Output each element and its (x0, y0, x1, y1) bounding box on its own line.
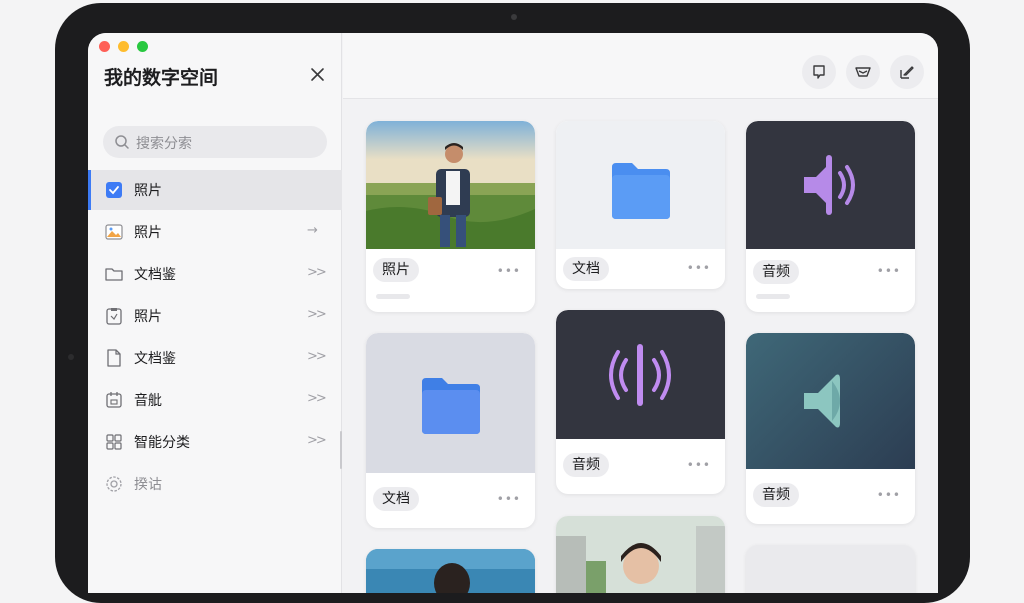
card-progress-bar (376, 294, 410, 299)
more-options-icon[interactable]: ••• (497, 264, 521, 278)
sidebar-title: 我的数字空间 (104, 67, 219, 89)
document-icon (107, 349, 121, 367)
checkbox-icon (106, 182, 122, 198)
sidebar-item-photos-2[interactable]: 照片 → (88, 212, 342, 252)
sidebar-item-label: 照片 (134, 225, 162, 241)
file-card-photo[interactable]: 照片 ••• (366, 121, 535, 312)
clipboard-icon (106, 308, 122, 325)
chevron-double-right-icon: >> (307, 265, 327, 280)
audio-thumbnail (746, 121, 915, 249)
side-sensor (68, 354, 74, 360)
more-options-icon[interactable]: ••• (687, 458, 711, 472)
photo-thumbnail (366, 549, 535, 593)
edit-button[interactable] (890, 55, 924, 89)
audio-thumbnail (556, 310, 725, 439)
folder-icon (422, 378, 480, 434)
file-card-photo-3[interactable] (556, 516, 725, 593)
search-icon (115, 135, 129, 149)
toolbar (343, 33, 938, 99)
folder-icon (105, 268, 123, 281)
waveform-icon (609, 344, 671, 406)
sidebar-item-documents-2[interactable]: 文档鉴 >> (88, 338, 342, 378)
more-options-icon[interactable]: ••• (497, 492, 521, 506)
close-window-button[interactable] (99, 41, 110, 52)
calendar-icon (106, 392, 122, 408)
folder-thumbnail (366, 333, 535, 473)
file-card-photo-2[interactable] (366, 549, 535, 593)
inbox-icon (855, 67, 871, 77)
comment-icon (813, 65, 825, 79)
card-label: 照片 (373, 258, 419, 282)
edit-icon (900, 66, 914, 79)
file-card-audio-3[interactable]: 音频 ••• (746, 333, 915, 524)
sidebar-item-label: 照片 (134, 309, 162, 325)
camera-dot (511, 14, 517, 20)
card-label: 文档 (373, 487, 419, 511)
file-card-audio-2[interactable]: 音频 ••• (556, 310, 725, 494)
chevron-double-right-icon: >> (307, 391, 327, 406)
file-card-placeholder[interactable] (746, 545, 915, 593)
image-icon (105, 224, 123, 240)
inbox-button[interactable] (846, 55, 880, 89)
more-options-icon[interactable]: ••• (687, 261, 711, 275)
sidebar-item-label: 音舭 (134, 393, 162, 409)
card-label: 文档 (563, 257, 609, 281)
card-label: 音频 (753, 260, 799, 284)
speaker-icon (804, 374, 840, 428)
sidebar: 我的数字空间 搜索分索 照片 照片 → 文档鉴 >> 照片 >> 文档鉴 >> … (88, 33, 342, 593)
sidebar-scrollbar[interactable] (340, 431, 342, 469)
sidebar-item-label: 智能分类 (134, 435, 190, 451)
sidebar-item-smart-categories[interactable]: 智能分类 >> (88, 422, 342, 462)
maximize-window-button[interactable] (137, 41, 148, 52)
photo-thumbnail (556, 516, 725, 593)
chevron-double-right-icon: >> (307, 433, 327, 448)
more-options-icon[interactable]: ••• (877, 488, 901, 502)
card-label: 音频 (753, 483, 799, 507)
sidebar-item-photos[interactable]: 照片 (88, 170, 342, 210)
grid-icon (106, 434, 122, 450)
arrow-right-icon: → (307, 223, 318, 238)
card-label: 音频 (563, 453, 609, 477)
minimize-window-button[interactable] (118, 41, 129, 52)
sidebar-item-label: 揆诂 (134, 477, 162, 493)
folder-thumbnail (556, 121, 725, 249)
more-options-icon[interactable]: ••• (877, 264, 901, 278)
search-input[interactable]: 搜索分索 (103, 126, 327, 158)
speaker-icon (804, 155, 855, 215)
comment-button[interactable] (802, 55, 836, 89)
folder-icon (612, 163, 670, 219)
file-card-audio[interactable]: 音频 ••• (746, 121, 915, 312)
audio-thumbnail (746, 333, 915, 469)
chevron-double-right-icon: >> (307, 307, 327, 322)
file-card-documents[interactable]: 文档 ••• (556, 121, 725, 289)
search-placeholder: 搜索分索 (136, 136, 192, 152)
photo-thumbnail (366, 121, 535, 249)
sidebar-item-label: 文档鉴 (134, 351, 176, 367)
sidebar-item-audio[interactable]: 音舭 >> (88, 380, 342, 420)
close-icon[interactable] (307, 64, 329, 86)
sidebar-item-documents[interactable]: 文档鉴 >> (88, 254, 342, 294)
chevron-double-right-icon: >> (307, 349, 327, 364)
sidebar-item-settings[interactable]: 揆诂 (88, 464, 342, 504)
file-card-documents-2[interactable]: 文档 ••• (366, 333, 535, 528)
sidebar-item-label: 照片 (134, 183, 162, 199)
card-progress-bar (756, 294, 790, 299)
sidebar-item-label: 文档鉴 (134, 267, 176, 283)
sidebar-item-photos-3[interactable]: 照片 >> (88, 296, 342, 336)
gear-icon (106, 476, 122, 492)
app-window: 我的数字空间 搜索分索 照片 照片 → 文档鉴 >> 照片 >> 文档鉴 >> … (88, 33, 938, 593)
